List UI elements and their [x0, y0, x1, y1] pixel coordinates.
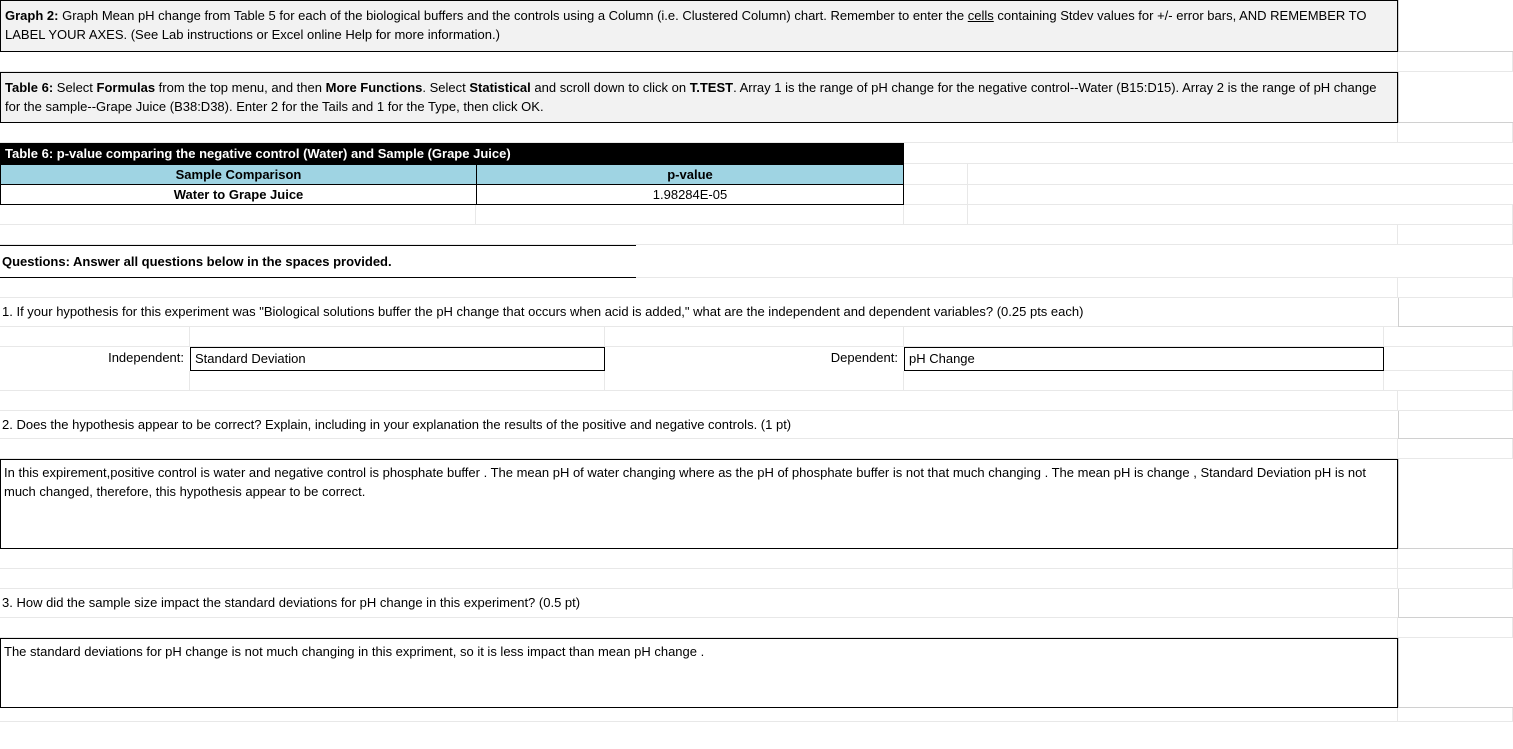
q1-inputs: Independent: Standard Deviation Dependen…: [0, 347, 1513, 371]
grid-cell[interactable]: [636, 245, 1513, 278]
q3-answer[interactable]: The standard deviations for pH change is…: [0, 638, 1398, 708]
table6-title: Table 6: p-value comparing the negative …: [0, 143, 904, 164]
q3-text: 3. How did the sample size impact the st…: [0, 589, 1398, 618]
table6-header-pvalue: p-value: [476, 164, 904, 185]
table6-header-sample: Sample Comparison: [0, 164, 476, 185]
grid-cell[interactable]: [904, 143, 1513, 164]
grid-cell[interactable]: [1398, 459, 1513, 549]
table6-instruction: Table 6: Select Formulas from the top me…: [0, 72, 1398, 124]
independent-label: Independent:: [0, 347, 190, 371]
blank-row: [0, 327, 1513, 347]
blank-row: [0, 371, 1513, 391]
blank-row: [0, 391, 1513, 411]
q2-answer[interactable]: In this expirement,positive control is w…: [0, 459, 1398, 549]
grid-cell[interactable]: [968, 164, 1513, 185]
q1-text: 1. If your hypothesis for this experimen…: [0, 298, 1398, 327]
blank-row: [0, 549, 1513, 569]
blank-row: [0, 123, 1513, 143]
q2-text: 2. Does the hypothesis appear to be corr…: [0, 411, 1398, 440]
worksheet: Graph 2: Graph Mean pH change from Table…: [0, 0, 1513, 722]
table6-header-row: Sample Comparison p-value: [0, 164, 904, 185]
grid-cell[interactable]: [1398, 638, 1513, 708]
grid-cell[interactable]: [1384, 347, 1513, 371]
blank-row: [0, 708, 1513, 722]
graph2-text1: Graph Mean pH change from Table 5 for ea…: [58, 8, 967, 23]
grid-cell[interactable]: [1398, 589, 1513, 618]
questions-heading: Questions: Answer all questions below in…: [0, 245, 636, 278]
table6-data-row: Water to Grape Juice 1.98284E-05: [0, 185, 904, 205]
table6-pvalue-value[interactable]: 1.98284E-05: [476, 185, 904, 205]
blank-row: [0, 225, 1513, 245]
graph2-instruction: Graph 2: Graph Mean pH change from Table…: [0, 0, 1398, 52]
dependent-input[interactable]: pH Change: [904, 347, 1384, 371]
grid-cell[interactable]: [904, 185, 968, 205]
dependent-label: Dependent:: [605, 347, 904, 371]
blank-row: [0, 205, 1513, 225]
grid-cell[interactable]: [968, 185, 1513, 205]
blank-row: [0, 52, 1513, 72]
grid-cell[interactable]: [1398, 411, 1513, 440]
blank-row: [0, 439, 1513, 459]
blank-row: [0, 569, 1513, 589]
blank-row: [0, 618, 1513, 638]
grid-cell[interactable]: [1398, 0, 1513, 52]
independent-input[interactable]: Standard Deviation: [190, 347, 605, 371]
grid-cell[interactable]: [904, 164, 968, 185]
table6-label: Table 6:: [5, 80, 53, 95]
grid-cell[interactable]: [1398, 72, 1513, 124]
graph2-cells: cells: [968, 8, 994, 23]
blank-row: [0, 278, 1513, 298]
graph2-label: Graph 2:: [5, 8, 58, 23]
table6-sample-value[interactable]: Water to Grape Juice: [0, 185, 476, 205]
grid-cell[interactable]: [1398, 298, 1513, 327]
